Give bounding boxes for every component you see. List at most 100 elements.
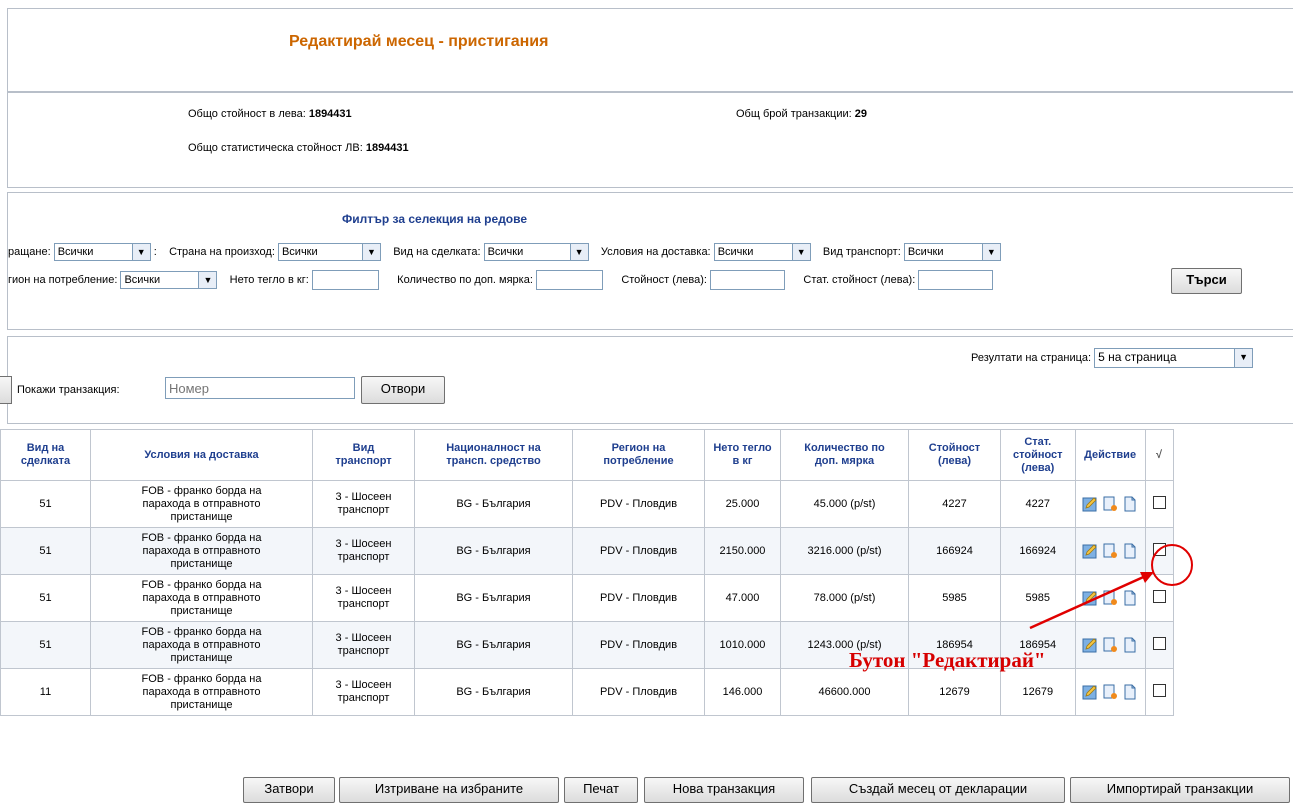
cell-value: 166924 [908, 527, 1001, 575]
cell-qty: 3216.000 (p/st) [780, 527, 909, 575]
filter-panel [7, 192, 1293, 330]
import-transactions-button[interactable]: Импортирай транзакции [1070, 777, 1290, 803]
cell-check [1144, 480, 1174, 528]
region-select[interactable]: Всички ▼ [120, 271, 218, 289]
filter-row-1: ращане: Всички ▼ : Страна на произход: Вс… [8, 243, 1001, 261]
table-row: 11 FOB - франко борда на парахода в отпр… [0, 668, 1174, 716]
cell-qty: 78.000 (p/st) [780, 574, 909, 622]
view-document-icon[interactable] [1122, 543, 1138, 559]
cell-region: PDV - Пловдив [572, 574, 705, 622]
close-button[interactable]: Затвори [243, 777, 335, 803]
total-value-line: Общо стойност в лева: 1894431 [188, 108, 352, 120]
cell-net-weight: 25.000 [704, 480, 781, 528]
cell-deal-type: 11 [0, 668, 91, 716]
cell-nationality: BG - България [414, 668, 573, 716]
row-checkbox[interactable] [1152, 636, 1166, 650]
cell-net-weight: 2150.000 [704, 527, 781, 575]
row-checkbox[interactable] [1152, 589, 1166, 603]
col-action: Действие [1074, 429, 1146, 481]
cell-stat-value: 4227 [1000, 480, 1076, 528]
cell-delivery-terms: FOB - франко борда на парахода в отправн… [90, 668, 313, 716]
cell-delivery-terms: FOB - франко борда на парахода в отправн… [90, 621, 313, 669]
new-transaction-button[interactable]: Нова транзакция [644, 777, 804, 803]
cell-deal-type: 51 [0, 527, 91, 575]
cell-transport: 3 - Шосеен транспорт [312, 621, 415, 669]
cell-transport: 3 - Шосеен транспорт [312, 574, 415, 622]
create-month-button[interactable]: Създай месец от декларации [811, 777, 1065, 803]
cell-transport: 3 - Шосеен транспорт [312, 668, 415, 716]
stat-value-line: Общо статистическа стойност ЛВ: 1894431 [188, 142, 409, 154]
left-edge-button[interactable] [0, 376, 12, 404]
transport-label: Вид транспорт: [822, 245, 901, 258]
cell-check [1144, 668, 1174, 716]
print-button[interactable]: Печат [564, 777, 638, 803]
qty-input[interactable] [535, 270, 603, 290]
search-button[interactable]: Търси [1171, 268, 1242, 294]
transactions-line: Общ брой транзакции: 29 [736, 108, 867, 120]
cell-actions [1074, 480, 1146, 528]
stat-value: 1894431 [365, 142, 409, 154]
col-deal-type: Вид на сделката [0, 429, 91, 481]
chevron-down-icon: ▼ [198, 272, 217, 288]
col-transport: Вид транспорт [312, 429, 415, 481]
table-row: 51 FOB - франко борда на парахода в отпр… [0, 480, 1174, 528]
net-weight-input[interactable] [311, 270, 379, 290]
view-document-icon[interactable] [1122, 496, 1138, 512]
col-delivery-terms: Условия на доставка [90, 429, 313, 481]
edit-icon[interactable] [1082, 637, 1098, 653]
dispatch-select[interactable]: Всички ▼ [53, 243, 151, 261]
delivery-select[interactable]: Всички ▼ [713, 243, 811, 261]
edit-icon[interactable] [1082, 684, 1098, 700]
view-document-icon[interactable] [1122, 637, 1138, 653]
chevron-down-icon: ▼ [131, 244, 150, 260]
qty-label: Количество по доп. мярка: [397, 273, 533, 286]
row-checkbox[interactable] [1152, 495, 1166, 509]
delete-selected-button[interactable]: Изтриване на избраните [339, 777, 559, 803]
col-nationality: Националност на трансп. средство [414, 429, 573, 481]
copy-document-icon[interactable] [1102, 543, 1118, 559]
col-value: Стойност (лева) [908, 429, 1001, 481]
cell-nationality: BG - България [414, 574, 573, 622]
row-checkbox[interactable] [1152, 542, 1166, 556]
origin-label: Страна на произход: [169, 245, 275, 258]
col-check: √ [1144, 429, 1174, 481]
col-region: Регион на потребление [572, 429, 705, 481]
results-per-page-label: Резултати на страница: [971, 351, 1092, 364]
deal-label: Вид на сделката: [393, 245, 481, 258]
cell-check [1144, 527, 1174, 575]
transactions-count: 29 [854, 108, 867, 120]
row-checkbox[interactable] [1152, 683, 1166, 697]
transport-select[interactable]: Всички ▼ [903, 243, 1001, 261]
cell-actions [1074, 668, 1146, 716]
transaction-number-input[interactable] [165, 377, 355, 399]
edit-icon[interactable] [1082, 496, 1098, 512]
view-document-icon[interactable] [1122, 590, 1138, 606]
cell-deal-type: 51 [0, 574, 91, 622]
summary-panel [7, 92, 1293, 188]
cell-qty: 45.000 (p/st) [780, 480, 909, 528]
cell-delivery-terms: FOB - франко борда на парахода в отправн… [90, 527, 313, 575]
copy-document-icon[interactable] [1102, 590, 1118, 606]
cell-transport: 3 - Шосеен транспорт [312, 480, 415, 528]
cell-region: PDV - Пловдив [572, 527, 705, 575]
value-input[interactable] [710, 270, 786, 290]
chevron-down-icon: ▼ [1234, 349, 1253, 367]
cell-region: PDV - Пловдив [572, 480, 705, 528]
edit-icon[interactable] [1082, 590, 1098, 606]
open-button[interactable]: Отвори [361, 376, 445, 404]
results-per-page-select[interactable]: 5 на страница ▼ [1094, 348, 1254, 368]
origin-select[interactable]: Всички ▼ [277, 243, 381, 261]
region-label: гион на потребление: [8, 273, 118, 286]
copy-document-icon[interactable] [1102, 637, 1118, 653]
copy-document-icon[interactable] [1102, 684, 1118, 700]
edit-icon[interactable] [1082, 543, 1098, 559]
stat-value-input[interactable] [918, 270, 994, 290]
cell-value: 4227 [908, 480, 1001, 528]
page-title: Редактирай месец - пристигания [289, 33, 549, 50]
view-document-icon[interactable] [1122, 684, 1138, 700]
cell-nationality: BG - България [414, 527, 573, 575]
chevron-down-icon: ▼ [981, 244, 1000, 260]
deal-select[interactable]: Всички ▼ [483, 243, 589, 261]
stat-value-label: Общо статистическа стойност ЛВ: [188, 142, 363, 154]
copy-document-icon[interactable] [1102, 496, 1118, 512]
